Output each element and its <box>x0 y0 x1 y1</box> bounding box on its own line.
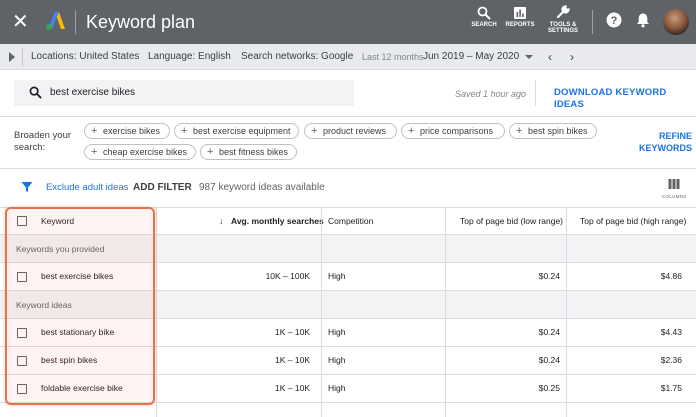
plus-icon: + <box>408 125 415 137</box>
search-networks-filter[interactable]: Search networks: Google <box>241 51 353 63</box>
competition-cell: High <box>328 383 346 393</box>
plus-icon: + <box>516 125 523 137</box>
chip-product-reviews[interactable]: + product reviews <box>304 123 397 139</box>
search-value: best exercise bikes <box>50 87 136 98</box>
reports-tool-label: REPORTS <box>505 22 535 28</box>
chip-best-fitness-bikes[interactable]: + best fitness bikes <box>200 144 297 160</box>
search-tool-label: SEARCH <box>471 22 497 28</box>
chip-label: cheap exercise bikes <box>103 147 188 157</box>
date-range-label: Last 12 months <box>362 52 424 62</box>
chip-label: price comparisons <box>420 126 494 136</box>
column-divider <box>566 207 567 417</box>
column-header-competition[interactable]: Competition <box>328 208 373 235</box>
filter-bar: Locations: United States Language: Engli… <box>0 44 696 70</box>
plus-icon: + <box>311 125 318 137</box>
column-divider <box>445 207 446 417</box>
keyword-search-input[interactable]: best exercise bikes <box>14 80 354 106</box>
chevron-down-icon[interactable] <box>525 55 533 59</box>
chip-best-spin-bikes[interactable]: + best spin bikes <box>509 123 597 139</box>
chip-label: best fitness bikes <box>219 147 289 157</box>
avatar[interactable] <box>663 9 689 35</box>
plus-icon: + <box>181 125 188 137</box>
language-filter[interactable]: Language: English <box>148 51 231 63</box>
search-icon <box>29 86 42 99</box>
plus-icon: + <box>207 146 214 158</box>
chip-label: best spin bikes <box>528 126 588 136</box>
search-divider <box>535 80 536 106</box>
plus-icon: + <box>91 146 98 158</box>
broaden-search-label: Broaden your search: <box>14 130 72 153</box>
chip-label: exercise bikes <box>103 126 161 136</box>
page-title: Keyword plan <box>86 12 196 32</box>
saved-status: Saved 1 hour ago <box>455 89 527 99</box>
svg-text:?: ? <box>611 15 618 27</box>
help-icon[interactable]: ? <box>606 12 622 28</box>
wrench-icon <box>556 5 570 19</box>
competition-cell: High <box>328 271 346 281</box>
date-range-value[interactable]: Jun 2019 – May 2020 <box>423 51 519 63</box>
refine-keywords-button[interactable]: REFINE KEYWORDS <box>634 130 692 154</box>
chevron-right-icon[interactable]: › <box>570 50 574 64</box>
column-header-bid-high[interactable]: Top of page bid (high range) <box>580 208 686 235</box>
column-header-searches[interactable]: Avg. monthly searches <box>231 208 324 235</box>
bid-low-cell: $0.24 <box>538 327 560 337</box>
columns-label: COLUMNS <box>662 194 687 199</box>
column-divider <box>321 207 322 417</box>
bid-high-cell: $2.36 <box>660 355 682 365</box>
column-divider <box>156 207 157 417</box>
sort-arrow-icon[interactable]: ↓ <box>219 208 223 235</box>
competition-cell: High <box>328 327 346 337</box>
chip-label: best exercise equipment <box>193 126 291 136</box>
bid-low-cell: $0.25 <box>538 383 560 393</box>
chevron-left-icon[interactable]: ‹ <box>548 50 552 64</box>
bell-icon[interactable] <box>636 12 650 28</box>
download-keyword-ideas-button[interactable]: DOWNLOAD KEYWORD IDEAS <box>554 87 696 111</box>
header-separator <box>592 10 593 34</box>
close-icon[interactable]: ✕ <box>12 10 32 34</box>
tools-settings-label: TOOLS & SETTINGS <box>547 22 578 34</box>
chip-exercise-bikes[interactable]: + exercise bikes <box>84 123 170 139</box>
google-ads-logo <box>46 12 65 30</box>
filter-funnel-icon[interactable] <box>21 181 33 193</box>
chip-price-comparisons[interactable]: + price comparisons <box>401 123 505 139</box>
search-tool-button[interactable]: SEARCH <box>471 6 497 29</box>
search-icon <box>477 6 491 20</box>
locations-filter[interactable]: Locations: United States <box>31 51 139 63</box>
bid-high-cell: $4.43 <box>660 327 682 337</box>
column-header-bid-low[interactable]: Top of page bid (low range) <box>460 208 563 235</box>
reports-icon <box>514 7 526 19</box>
chip-cheap-exercise-bikes[interactable]: + cheap exercise bikes <box>84 144 196 160</box>
header-divider <box>75 10 76 34</box>
add-filter-button[interactable]: ADD FILTER <box>133 182 192 194</box>
chip-best-exercise-equipment[interactable]: + best exercise equipment <box>174 123 299 139</box>
searches-cell: 1K – 10K <box>275 355 310 365</box>
filter-separator <box>22 48 23 66</box>
bid-high-cell: $1.75 <box>660 383 682 393</box>
section-divider <box>0 168 696 169</box>
searches-cell: 1K – 10K <box>275 327 310 337</box>
reports-tool-button[interactable]: REPORTS <box>505 6 535 29</box>
competition-cell: High <box>328 355 346 365</box>
keyword-count: 987 keyword ideas available <box>199 182 325 193</box>
chip-label: product reviews <box>323 126 387 136</box>
bid-low-cell: $0.24 <box>538 271 560 281</box>
searches-cell: 10K – 100K <box>265 271 310 281</box>
keyword-column-highlight <box>5 207 155 405</box>
searches-cell: 1K – 10K <box>275 383 310 393</box>
app-header: ✕ Keyword plan SEARCH REPORTS TOOLS & SE… <box>0 0 696 44</box>
exclude-adult-ideas-filter[interactable]: Exclude adult ideas <box>46 182 128 194</box>
tools-settings-button[interactable]: TOOLS & SETTINGS <box>546 4 580 34</box>
expand-triangle-icon[interactable] <box>9 52 15 62</box>
columns-icon[interactable] <box>668 178 680 190</box>
bid-high-cell: $4.86 <box>660 271 682 281</box>
section-divider <box>0 116 696 117</box>
plus-icon: + <box>91 125 98 137</box>
bid-low-cell: $0.24 <box>538 355 560 365</box>
